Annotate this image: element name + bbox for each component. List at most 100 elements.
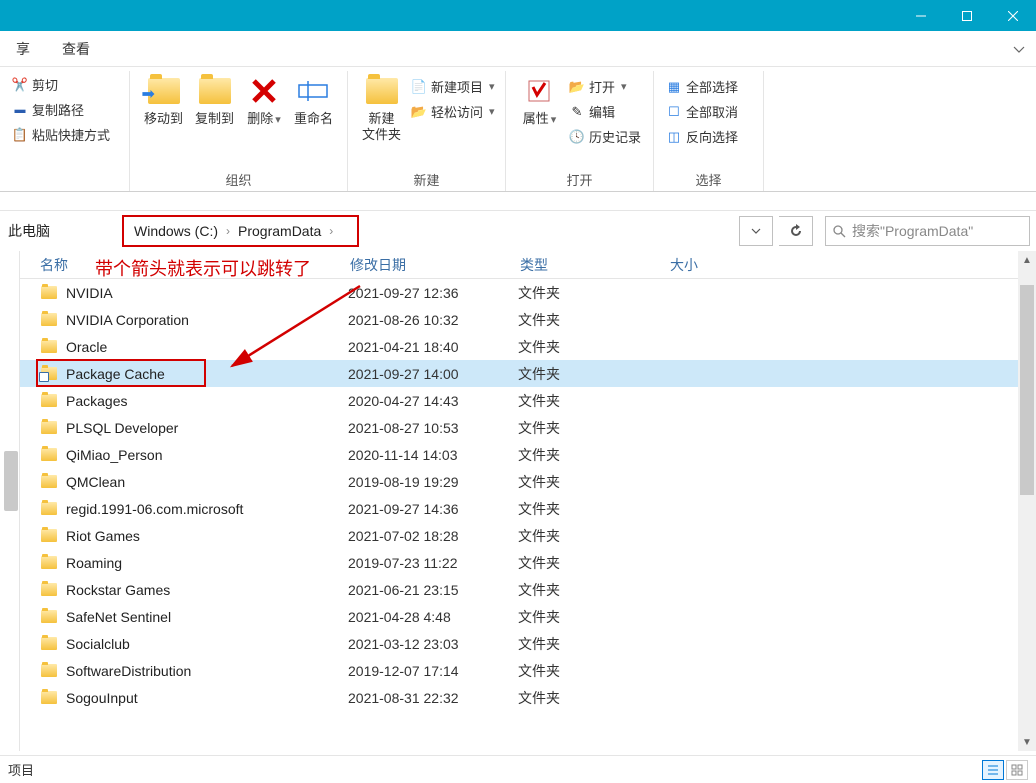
tab-view[interactable]: 查看 [46, 31, 106, 66]
annotation-box-breadcrumb: Windows (C:) › ProgramData › [122, 215, 359, 247]
select-none-icon: ☐ [666, 104, 682, 120]
search-input[interactable]: 搜索"ProgramData" [825, 216, 1030, 246]
minimize-button[interactable] [898, 0, 944, 31]
file-type: 文件夹 [518, 526, 668, 546]
file-name: SafeNet Sentinel [66, 609, 348, 625]
group-label-organize: 组织 [138, 168, 339, 191]
table-row[interactable]: Roaming2019-07-23 11:22文件夹 [20, 549, 1018, 576]
table-row[interactable]: Rockstar Games2021-06-21 23:15文件夹 [20, 576, 1018, 603]
table-row[interactable]: PLSQL Developer2021-08-27 10:53文件夹 [20, 414, 1018, 441]
column-size[interactable]: 大小 [670, 255, 770, 275]
column-date[interactable]: 修改日期 [350, 255, 520, 275]
column-type[interactable]: 类型 [520, 255, 670, 275]
file-date: 2021-04-21 18:40 [348, 339, 518, 355]
file-name: Packages [66, 393, 348, 409]
table-row[interactable]: Riot Games2021-07-02 18:28文件夹 [20, 522, 1018, 549]
table-row[interactable]: Packages2020-04-27 14:43文件夹 [20, 387, 1018, 414]
folder-icon [40, 474, 58, 490]
breadcrumb-drive[interactable]: Windows (C:) [128, 217, 224, 245]
new-item-button[interactable]: 📄新建项目▾ [407, 75, 499, 98]
new-folder-icon [366, 75, 398, 107]
delete-button[interactable]: 删除▾ [240, 73, 288, 129]
history-icon: 🕓 [569, 129, 585, 145]
copy-to-button[interactable]: 复制到 [189, 73, 240, 129]
folder-icon [40, 366, 58, 382]
content-area: 名称 修改日期 类型 大小 NVIDIA2021-09-27 12:36文件夹N… [0, 251, 1036, 751]
properties-button[interactable]: 属性▾ [514, 73, 565, 129]
table-row[interactable]: QMClean2019-08-19 19:29文件夹 [20, 468, 1018, 495]
file-type: 文件夹 [518, 445, 668, 465]
scrollbar-thumb[interactable] [1020, 285, 1034, 495]
folder-icon [40, 663, 58, 679]
table-row[interactable]: Socialclub2021-03-12 23:03文件夹 [20, 630, 1018, 657]
scroll-up-arrow[interactable]: ▲ [1018, 251, 1036, 269]
address-history-dropdown[interactable] [739, 216, 773, 246]
file-type: 文件夹 [518, 634, 668, 654]
table-row[interactable]: regid.1991-06.com.microsoft2021-09-27 14… [20, 495, 1018, 522]
rename-button[interactable]: 重命名 [288, 73, 339, 129]
group-label-new: 新建 [356, 168, 497, 191]
easy-access-button[interactable]: 📂轻松访问▾ [407, 100, 499, 123]
table-row[interactable]: Package Cache2021-09-27 14:00文件夹 [20, 360, 1018, 387]
icons-view-button[interactable] [1006, 760, 1028, 780]
copy-path-button[interactable]: ▬复制路径 [8, 98, 114, 121]
folder-icon [40, 339, 58, 355]
table-row[interactable]: SogouInput2021-08-31 22:32文件夹 [20, 684, 1018, 711]
file-date: 2021-08-26 10:32 [348, 312, 518, 328]
table-row[interactable]: Oracle2021-04-21 18:40文件夹 [20, 333, 1018, 360]
file-name: Package Cache [66, 366, 348, 382]
paste-shortcut-icon: 📋 [12, 127, 28, 143]
file-type: 文件夹 [518, 472, 668, 492]
folder-icon [40, 555, 58, 571]
scrollbar-thumb[interactable] [4, 451, 18, 511]
file-name: Roaming [66, 555, 348, 571]
vertical-scrollbar[interactable]: ▲ ▼ [1018, 251, 1036, 751]
breadcrumb-root[interactable]: 此电脑 [6, 215, 56, 247]
history-button[interactable]: 🕓历史记录 [565, 125, 645, 148]
file-type: 文件夹 [518, 364, 668, 384]
column-name[interactable]: 名称 [40, 255, 350, 275]
file-name: Riot Games [66, 528, 348, 544]
folder-icon [40, 447, 58, 463]
invert-selection-icon: ◫ [666, 129, 682, 145]
nav-pane-sliver [0, 251, 20, 751]
edit-button[interactable]: ✎编辑 [565, 100, 645, 123]
tab-share[interactable]: 享 [0, 31, 46, 66]
file-type: 文件夹 [518, 283, 668, 303]
file-type: 文件夹 [518, 418, 668, 438]
file-type: 文件夹 [518, 310, 668, 330]
table-row[interactable]: NVIDIA2021-09-27 12:36文件夹 [20, 279, 1018, 306]
folder-icon [40, 528, 58, 544]
address-bar-row: 此电脑 Windows (C:) › ProgramData › 搜索"Prog… [0, 211, 1036, 251]
select-none-button[interactable]: ☐全部取消 [662, 100, 742, 123]
chevron-right-icon[interactable]: › [224, 224, 232, 238]
cut-button[interactable]: ✂️剪切 [8, 73, 114, 96]
file-date: 2019-08-19 19:29 [348, 474, 518, 490]
file-type: 文件夹 [518, 607, 668, 627]
file-date: 2021-04-28 4:48 [348, 609, 518, 625]
file-type: 文件夹 [518, 391, 668, 411]
table-row[interactable]: NVIDIA Corporation2021-08-26 10:32文件夹 [20, 306, 1018, 333]
file-date: 2021-08-31 22:32 [348, 690, 518, 706]
paste-shortcut-button[interactable]: 📋粘贴快捷方式 [8, 123, 114, 146]
maximize-button[interactable] [944, 0, 990, 31]
new-item-icon: 📄 [411, 79, 427, 95]
table-row[interactable]: SafeNet Sentinel2021-04-28 4:48文件夹 [20, 603, 1018, 630]
details-view-button[interactable] [982, 760, 1004, 780]
scroll-down-arrow[interactable]: ▼ [1018, 733, 1036, 751]
select-all-icon: ▦ [666, 79, 682, 95]
file-type: 文件夹 [518, 499, 668, 519]
table-row[interactable]: QiMiao_Person2020-11-14 14:03文件夹 [20, 441, 1018, 468]
move-to-button[interactable]: ➡ 移动到 [138, 73, 189, 129]
chevron-right-icon[interactable]: › [327, 224, 353, 238]
invert-selection-button[interactable]: ◫反向选择 [662, 125, 742, 148]
new-folder-button[interactable]: 新建文件夹 [356, 73, 407, 144]
breadcrumb-folder[interactable]: ProgramData [232, 217, 327, 245]
select-all-button[interactable]: ▦全部选择 [662, 75, 742, 98]
ribbon-collapse-button[interactable] [1002, 31, 1036, 67]
refresh-button[interactable] [779, 216, 813, 246]
table-row[interactable]: SoftwareDistribution2019-12-07 17:14文件夹 [20, 657, 1018, 684]
open-button[interactable]: 📂打开▾ [565, 75, 645, 98]
close-button[interactable] [990, 0, 1036, 31]
file-date: 2021-09-27 14:00 [348, 366, 518, 382]
